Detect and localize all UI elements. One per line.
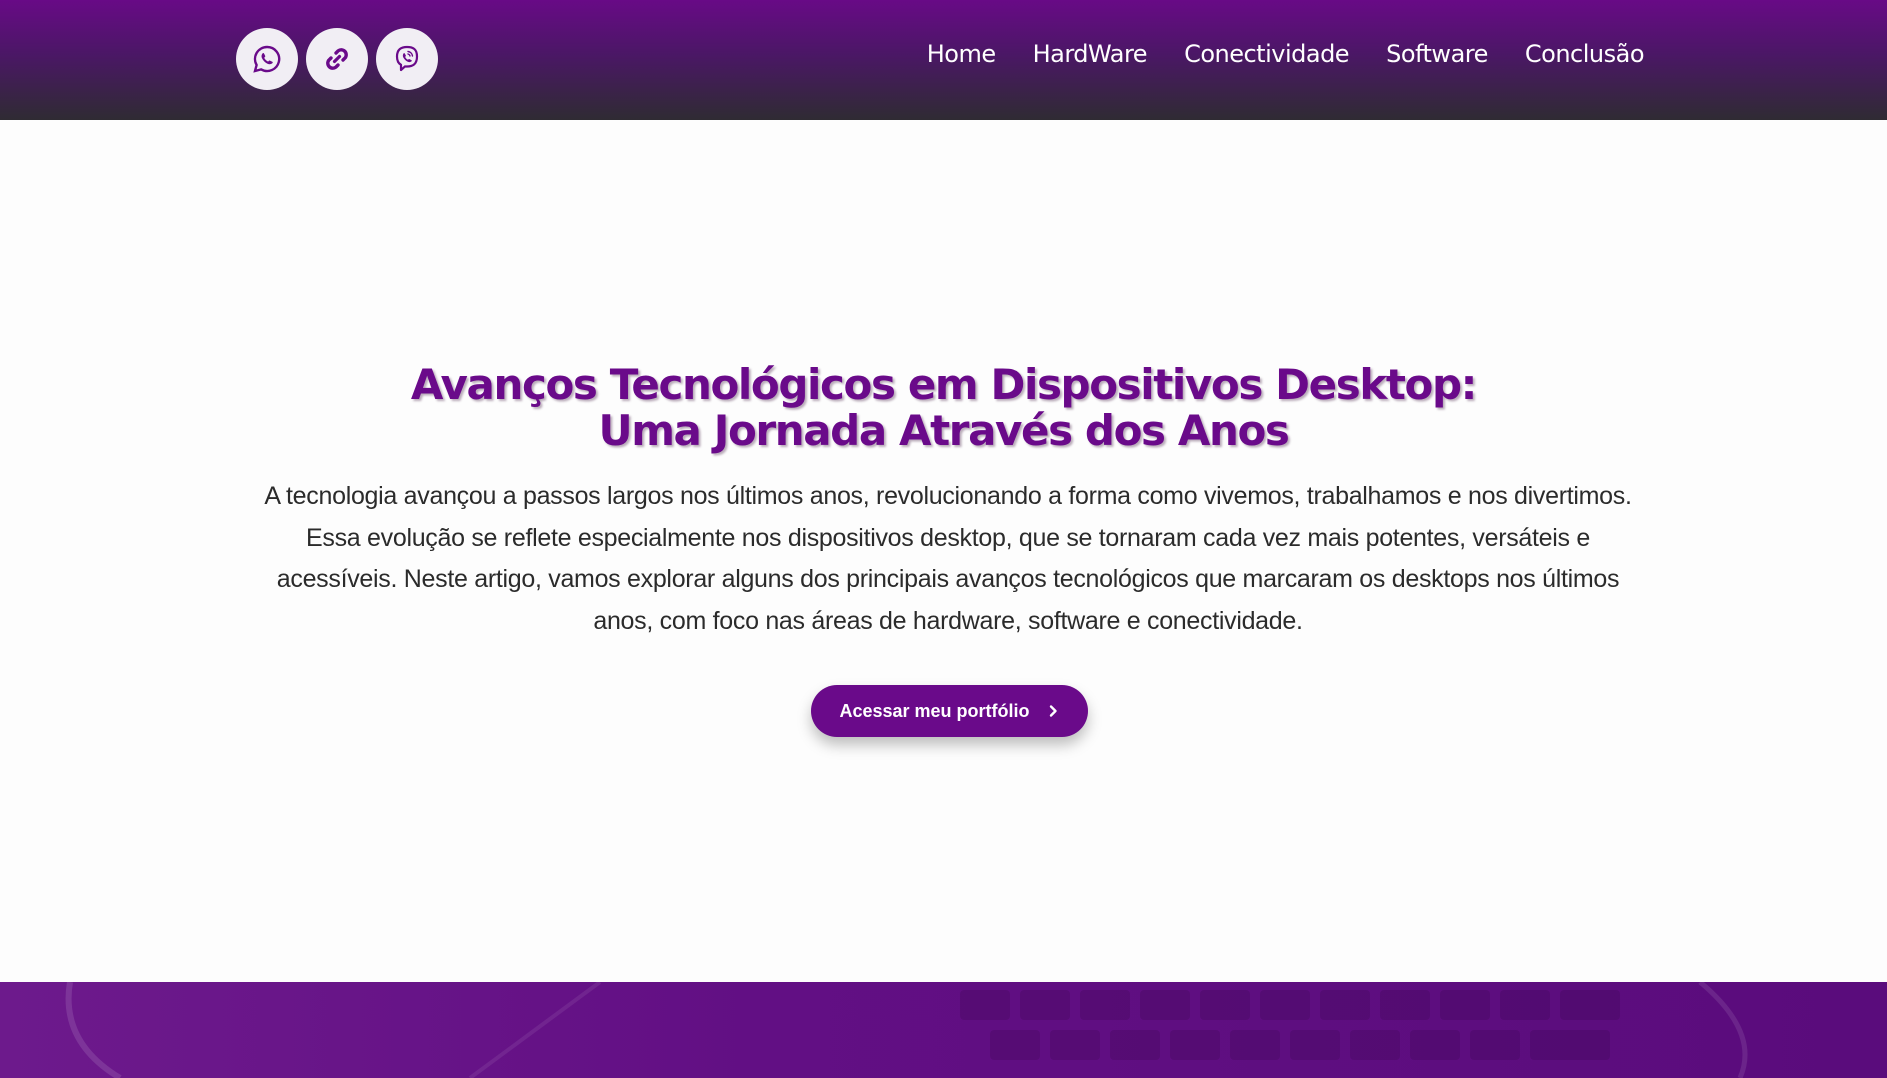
link-button[interactable] — [306, 28, 368, 90]
link-icon — [326, 48, 348, 70]
next-section-band — [0, 982, 1887, 1078]
viber-button[interactable] — [376, 28, 438, 90]
portfolio-button[interactable]: Acessar meu portfólio — [811, 685, 1088, 737]
site-header: Home HardWare Conectividade Software Con… — [0, 0, 1887, 120]
viber-icon — [395, 45, 419, 72]
nav-software[interactable]: Software — [1386, 40, 1488, 68]
title-line-2: Uma Jornada Através dos Anos — [598, 406, 1289, 455]
nav-home[interactable]: Home — [927, 40, 996, 68]
portfolio-button-label: Acessar meu portfólio — [839, 700, 1030, 721]
social-links — [236, 28, 438, 90]
page-title: Avanços Tecnológicos em Dispositivos Des… — [0, 362, 1887, 454]
hero-section: Avanços Tecnológicos em Dispositivos Des… — [0, 120, 1887, 982]
whatsapp-button[interactable] — [236, 28, 298, 90]
whatsapp-icon — [253, 45, 281, 73]
keyboard-background-image — [65, 982, 1748, 1078]
nav-conclusao[interactable]: Conclusão — [1525, 40, 1645, 68]
chevron-right-icon — [1049, 705, 1057, 717]
main-nav: Home HardWare Conectividade Software Con… — [927, 40, 1645, 68]
hero-description: A tecnologia avançou a passos largos nos… — [264, 482, 1632, 635]
title-line-1: Avanços Tecnológicos em Dispositivos Des… — [410, 360, 1478, 409]
nav-conectividade[interactable]: Conectividade — [1184, 40, 1350, 68]
nav-hardware[interactable]: HardWare — [1033, 40, 1148, 68]
